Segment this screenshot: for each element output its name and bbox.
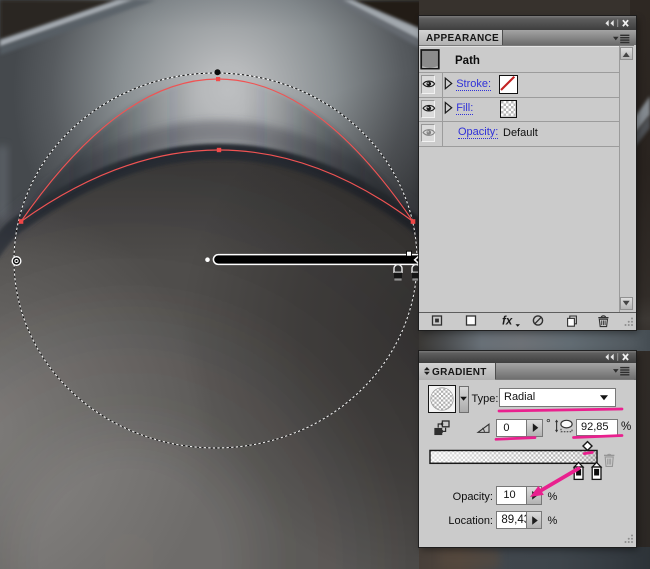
svg-text:fx: fx xyxy=(502,316,513,328)
